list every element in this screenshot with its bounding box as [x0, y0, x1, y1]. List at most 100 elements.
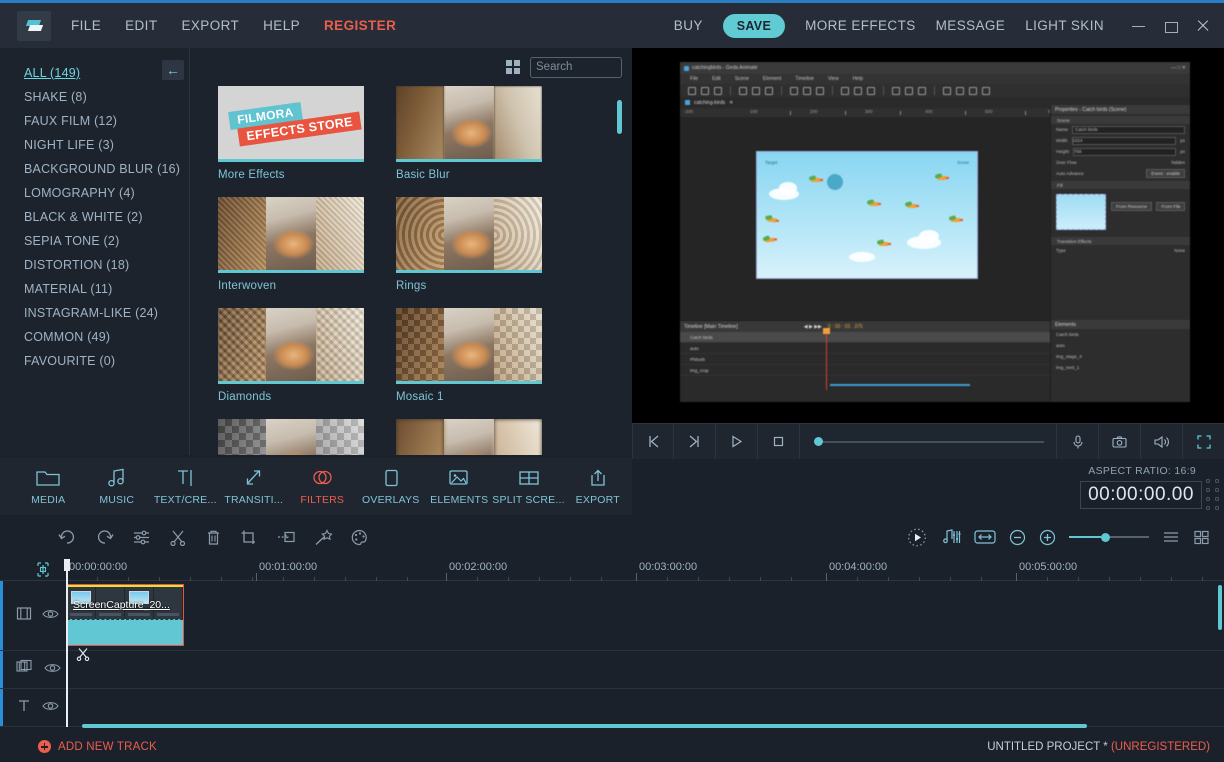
effects-grid: FILMORA EFFECTS STORE More Effects Basic…	[191, 86, 632, 455]
progress-track[interactable]	[823, 440, 1044, 443]
fullscreen-icon[interactable]	[1182, 423, 1224, 460]
effect-card-mosaic-1[interactable]: Mosaic 1	[396, 308, 542, 403]
track-header-text[interactable]	[0, 689, 66, 726]
grid-view-icon[interactable]	[1193, 529, 1210, 545]
track-body-text[interactable]	[66, 689, 1224, 726]
menu-item-help[interactable]: HELP	[263, 18, 300, 33]
effect-card-basic-blur[interactable]: Basic Blur	[396, 86, 542, 181]
fit-timeline-icon[interactable]	[974, 529, 996, 545]
menu-item-register[interactable]: REGISTER	[324, 18, 396, 33]
category-item-distortion[interactable]: DISTORTION (18)	[0, 253, 190, 277]
timeline-toolbar	[0, 515, 1224, 559]
minimize-icon[interactable]	[1132, 19, 1146, 33]
category-item-favourite[interactable]: FAVOURITE (0)	[0, 349, 190, 373]
effect-card-partial-row-right[interactable]	[396, 419, 542, 455]
timeline-clip[interactable]: ScreenCapture_20...	[66, 584, 184, 646]
category-item-lomography[interactable]: LOMOGRAPHY (4)	[0, 181, 190, 205]
delete-trash-icon[interactable]	[205, 529, 222, 546]
render-preview-icon[interactable]	[906, 527, 928, 548]
category-item-faux-film[interactable]: FAUX FILM (12)	[0, 109, 190, 133]
category-item-black-and-white[interactable]: BLACK & WHITE (2)	[0, 205, 190, 229]
add-new-track-button[interactable]: ADD NEW TRACK	[0, 740, 157, 753]
effect-card-rings[interactable]: Rings	[396, 197, 542, 292]
track-text[interactable]	[0, 689, 1224, 727]
audio-mixer-icon[interactable]	[941, 528, 961, 546]
category-item-material[interactable]: MATERIAL (11)	[0, 277, 190, 301]
tab-media[interactable]: MEDIA	[14, 468, 83, 506]
tab-overlays[interactable]: OVERLAYS	[357, 468, 426, 506]
effect-card-interwoven[interactable]: Interwoven	[218, 197, 364, 292]
eye-icon[interactable]	[42, 607, 59, 625]
play-icon[interactable]	[716, 423, 758, 460]
collapse-panel-button[interactable]: ←	[162, 60, 184, 80]
color-palette-icon[interactable]	[350, 529, 369, 546]
menu-item-export[interactable]: EXPORT	[181, 18, 239, 33]
zoom-out-icon[interactable]	[1009, 529, 1026, 546]
maximize-icon[interactable]	[1164, 19, 1178, 33]
category-item-background-blur[interactable]: BACKGROUND BLUR (16)	[0, 157, 190, 181]
eye-icon[interactable]	[44, 661, 61, 679]
tab-elements[interactable]: ELEMENTS	[425, 468, 494, 506]
tab-split-screen[interactable]: SPLIT SCRE...	[492, 468, 565, 506]
eye-icon[interactable]	[42, 699, 59, 717]
search-box[interactable]	[530, 56, 632, 78]
effects-panel-scrollbar[interactable]	[617, 100, 622, 134]
undo-icon[interactable]	[58, 529, 77, 546]
progress-handle[interactable]	[814, 437, 823, 446]
category-item-shake[interactable]: SHAKE (8)	[0, 85, 190, 109]
track-header-pip[interactable]	[0, 651, 66, 688]
skip-previous-icon[interactable]	[632, 423, 674, 460]
tab-transitions[interactable]: TRANSITI...	[220, 468, 289, 506]
nested-field-value-overflow: hidden	[1171, 160, 1185, 165]
list-view-icon[interactable]	[1162, 529, 1180, 545]
tab-text-credits[interactable]: TEXT/CRE...	[151, 468, 220, 506]
track-body-pip[interactable]	[66, 651, 1224, 688]
menu-item-file[interactable]: FILE	[71, 18, 101, 33]
timeline-vertical-scrollbar[interactable]	[1218, 585, 1222, 630]
zoom-slider-knob[interactable]	[1101, 532, 1110, 542]
cut-scissors-icon[interactable]	[169, 529, 187, 546]
magic-wand-icon[interactable]	[314, 528, 332, 546]
light-skin-button[interactable]: LIGHT SKIN	[1025, 18, 1104, 33]
more-effects-button[interactable]: MORE EFFECTS	[805, 18, 916, 33]
track-video[interactable]: ScreenCapture_20...	[0, 581, 1224, 662]
category-item-night-life[interactable]: NIGHT LIFE (3)	[0, 133, 190, 157]
stop-icon[interactable]	[758, 423, 800, 460]
track-header-video[interactable]	[0, 581, 66, 650]
camera-icon[interactable]	[1098, 423, 1140, 460]
speaker-icon[interactable]	[1140, 423, 1182, 460]
menu-item-edit[interactable]: EDIT	[125, 18, 157, 33]
microphone-icon[interactable]	[1056, 423, 1098, 460]
message-button[interactable]: MESSAGE	[936, 18, 1006, 33]
track-pip[interactable]	[0, 651, 1224, 689]
settings-sliders-icon[interactable]	[132, 529, 151, 546]
zoom-in-icon[interactable]	[1039, 529, 1056, 546]
tab-export[interactable]: EXPORT	[564, 468, 633, 506]
category-item-common[interactable]: COMMON (49)	[0, 325, 190, 349]
skip-next-icon[interactable]	[674, 423, 716, 460]
timeline-playhead[interactable]	[64, 559, 69, 727]
close-icon[interactable]	[1196, 19, 1210, 33]
track-body-video[interactable]: ScreenCapture_20...	[66, 581, 1224, 662]
timeline-ruler[interactable]: 00:00:00:00 00:01:00:00 00:02:00:00 00:0…	[0, 559, 1224, 581]
timecode-display[interactable]: 00:00:00.00	[1080, 481, 1202, 509]
playback-progress-slider[interactable]	[800, 437, 1056, 446]
category-item-instagram-like[interactable]: INSTAGRAM-LIKE (24)	[0, 301, 190, 325]
tab-filters[interactable]: FILTERS	[288, 468, 357, 506]
tab-music[interactable]: MUSIC	[83, 468, 152, 506]
zoom-slider[interactable]	[1069, 532, 1149, 542]
effect-card-partial-row-left[interactable]	[218, 419, 364, 455]
timeline-horizontal-scrollbar[interactable]	[82, 724, 1087, 728]
search-input[interactable]	[536, 61, 632, 73]
effect-card-diamonds[interactable]: Diamonds	[218, 308, 364, 403]
speed-icon[interactable]	[276, 529, 296, 546]
grid-view-icon[interactable]	[505, 59, 520, 75]
crop-icon[interactable]	[240, 529, 258, 546]
redo-icon[interactable]	[95, 529, 114, 546]
resize-grip-icon[interactable]	[1206, 479, 1220, 520]
category-item-sepia-tone[interactable]: SEPIA TONE (2)	[0, 229, 190, 253]
buy-button[interactable]: BUY	[674, 18, 703, 33]
save-button[interactable]: SAVE	[722, 13, 786, 38]
effect-card-more-effects[interactable]: FILMORA EFFECTS STORE More Effects	[218, 86, 364, 181]
marker-icon[interactable]	[36, 562, 50, 582]
